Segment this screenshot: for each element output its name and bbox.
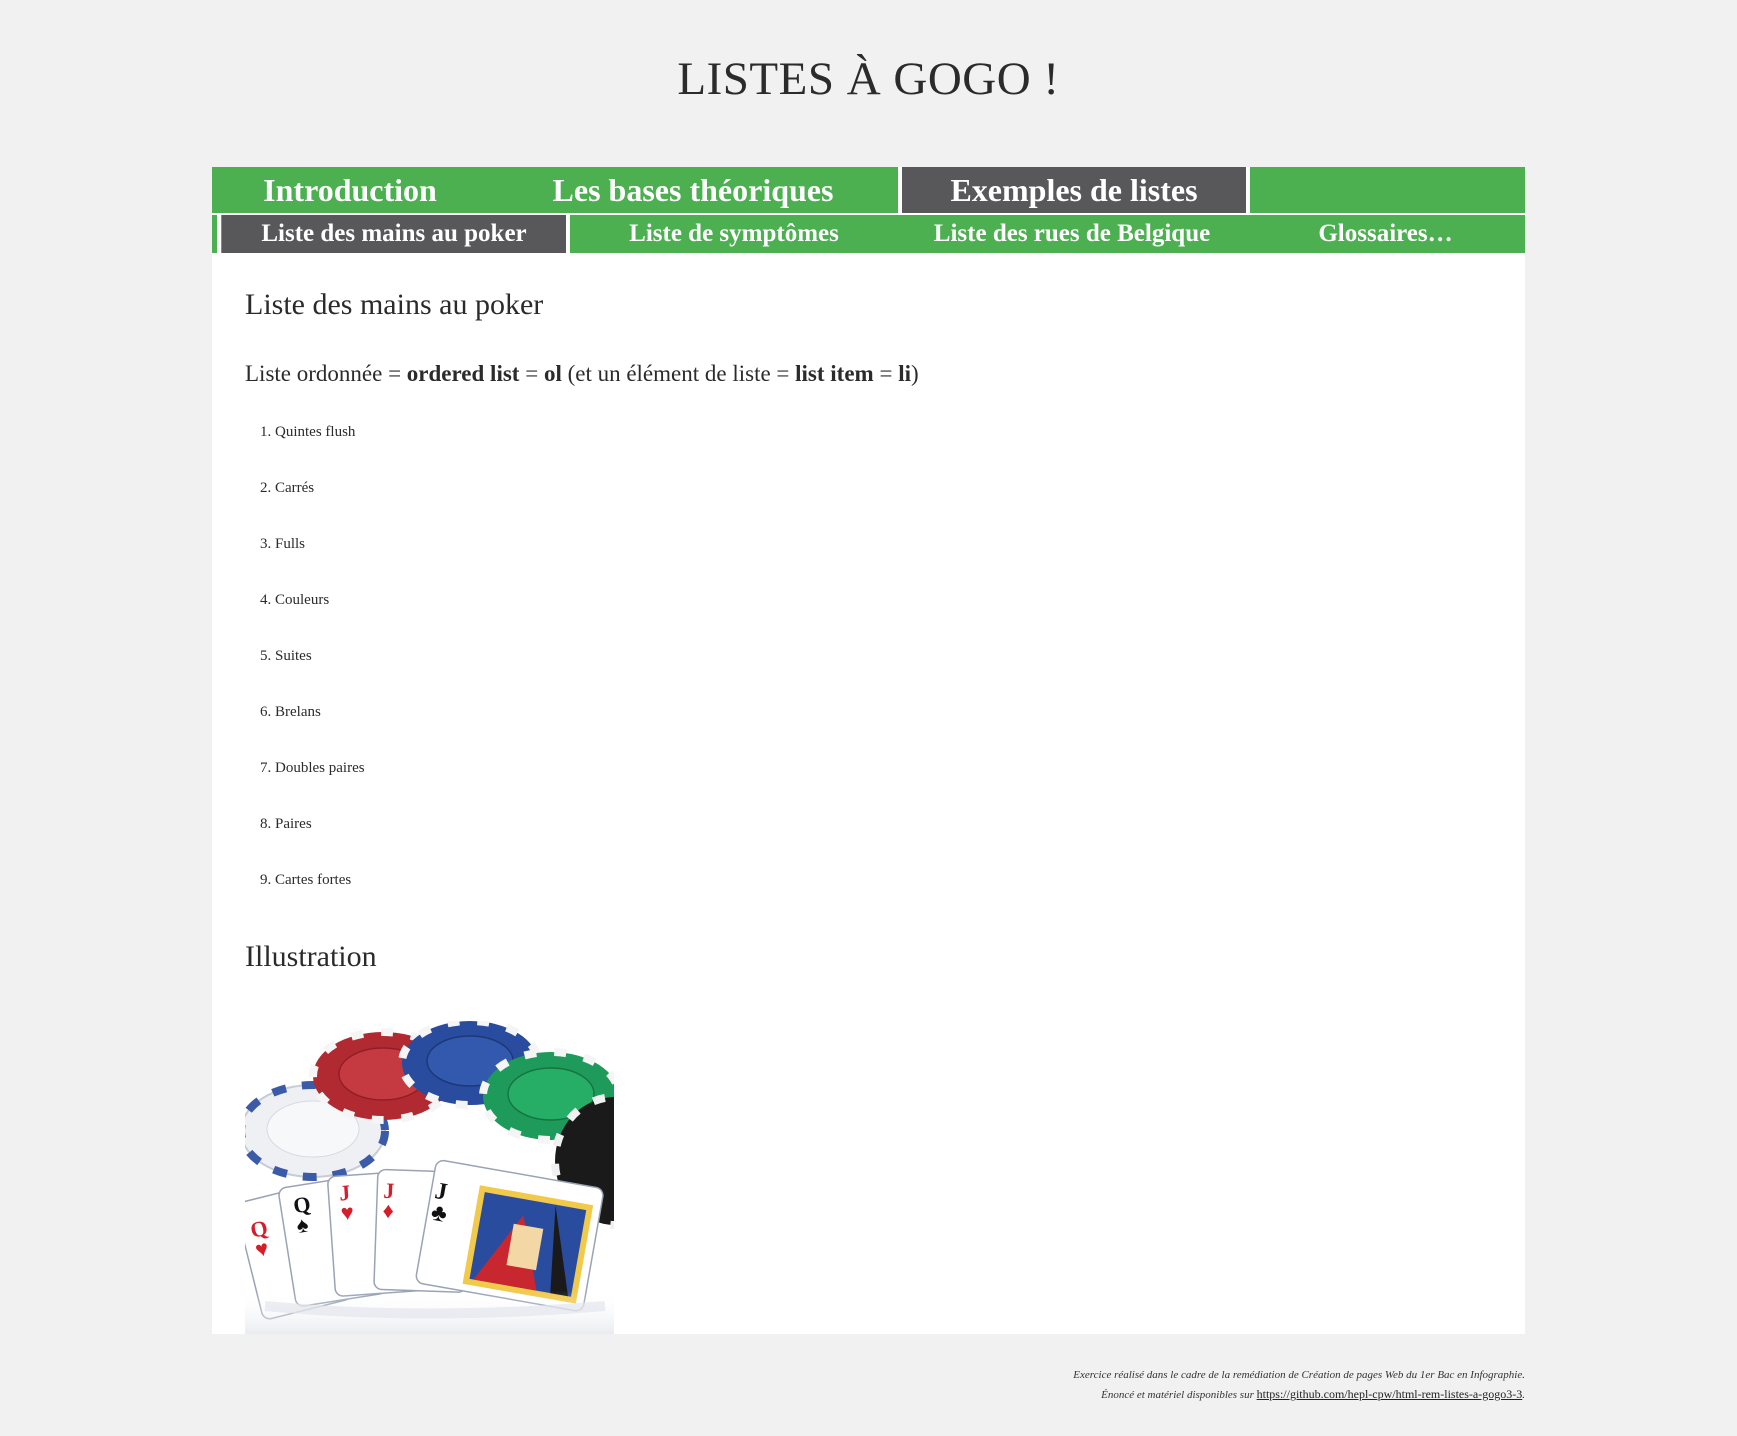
footer-line-2: Énoncé et matériel disponibles sur https… <box>1073 1385 1525 1405</box>
list-item-label: Suites <box>275 648 312 664</box>
spade-icon: ♠ <box>294 1211 311 1239</box>
sub-nav-divider <box>217 215 221 253</box>
page-footer: Exercice réalisé dans le cadre de la rem… <box>1073 1366 1525 1405</box>
list-item: 5. Suites <box>260 647 365 703</box>
footer-line-2-prefix: Énoncé et matériel disponibles sur <box>1101 1389 1257 1401</box>
list-item: 9. Cartes fortes <box>260 871 365 927</box>
list-item-number: 4. <box>260 592 272 608</box>
list-item: 4. Couleurs <box>260 591 365 647</box>
intro-equals: = <box>519 361 544 386</box>
list-item-number: 7. <box>260 760 272 776</box>
list-item-label: Brelans <box>275 704 321 720</box>
nav-tab-bases-theoriques[interactable]: Les bases théoriques <box>488 167 898 213</box>
list-item: 7. Doubles paires <box>260 759 365 815</box>
footer-line-2-suffix: . <box>1522 1389 1525 1401</box>
list-item: 8. Paires <box>260 815 365 871</box>
heart-icon: ♥ <box>339 1199 355 1226</box>
list-item-number: 1. <box>260 424 272 440</box>
intro-tag-ol: ol <box>543 361 562 386</box>
intro-term-list-item: list item <box>795 361 874 386</box>
sub-tab-glossaires[interactable]: Glossaires… <box>1246 215 1525 253</box>
poker-hands-list: 1. Quintes flush 2. Carrés 3. Fulls 4. C… <box>260 423 365 927</box>
list-item-label: Quintes flush <box>275 424 356 440</box>
list-item-label: Fulls <box>275 536 306 552</box>
list-item-number: 2. <box>260 480 272 496</box>
list-item: 6. Brelans <box>260 703 365 759</box>
intro-term-ordered-list: ordered list <box>406 361 520 386</box>
footer-line-1: Exercice réalisé dans le cadre de la rem… <box>1073 1369 1525 1381</box>
list-item: 1. Quintes flush <box>260 423 365 479</box>
list-item: 2. Carrés <box>260 479 365 535</box>
list-item-label: Cartes fortes <box>275 872 352 888</box>
list-item: 3. Fulls <box>260 535 365 591</box>
sub-nav: Liste des mains au poker Liste de symptô… <box>212 213 1525 253</box>
section-title: Liste des mains au poker <box>245 288 544 321</box>
list-item-label: Paires <box>275 816 312 832</box>
nav-tab-exemples-de-listes[interactable]: Exemples de listes <box>902 167 1246 213</box>
list-item-label: Carrés <box>275 480 315 496</box>
main-nav: Introduction Les bases théoriques Exempl… <box>212 167 1525 213</box>
intro-paragraph: Liste ordonnée = ordered list = ol (et u… <box>245 361 919 387</box>
card-jack-hearts: J ♥ <box>338 1180 355 1226</box>
list-item-number: 8. <box>260 816 272 832</box>
intro-middle: (et un élément de liste = <box>561 361 796 386</box>
intro-prefix: Liste ordonnée = <box>245 361 407 386</box>
diamond-icon: ♦ <box>382 1197 395 1224</box>
sub-tab-mains-poker[interactable]: Liste des mains au poker <box>222 215 566 253</box>
sub-tab-symptomes[interactable]: Liste de symptômes <box>570 215 898 253</box>
sub-tab-rues-belgique[interactable]: Liste des rues de Belgique <box>898 215 1246 253</box>
poker-illustration: Q ♥ Q ♠ J ♥ J ♦ J ♣ <box>245 1021 614 1334</box>
list-item-number: 9. <box>260 872 272 888</box>
nav-tab-introduction[interactable]: Introduction <box>212 167 488 213</box>
list-item-label: Couleurs <box>275 592 330 608</box>
illustration-title: Illustration <box>245 940 377 973</box>
card-jack-diamonds: J ♦ <box>382 1178 395 1224</box>
github-link[interactable]: https://github.com/hepl-cpw/html-rem-lis… <box>1257 1387 1523 1401</box>
content-panel: Liste des mains au poker Liste ordonnée … <box>212 253 1525 1334</box>
list-item-label: Doubles paires <box>275 760 365 776</box>
intro-tag-li: li <box>898 361 911 386</box>
intro-equals: = <box>873 361 899 386</box>
site-title: LISTES À GOGO ! <box>677 53 1060 105</box>
nav-divider <box>1246 167 1250 213</box>
list-item-number: 6. <box>260 704 272 720</box>
list-item-number: 3. <box>260 536 272 552</box>
list-item-number: 5. <box>260 648 272 664</box>
intro-suffix: ) <box>910 361 919 386</box>
